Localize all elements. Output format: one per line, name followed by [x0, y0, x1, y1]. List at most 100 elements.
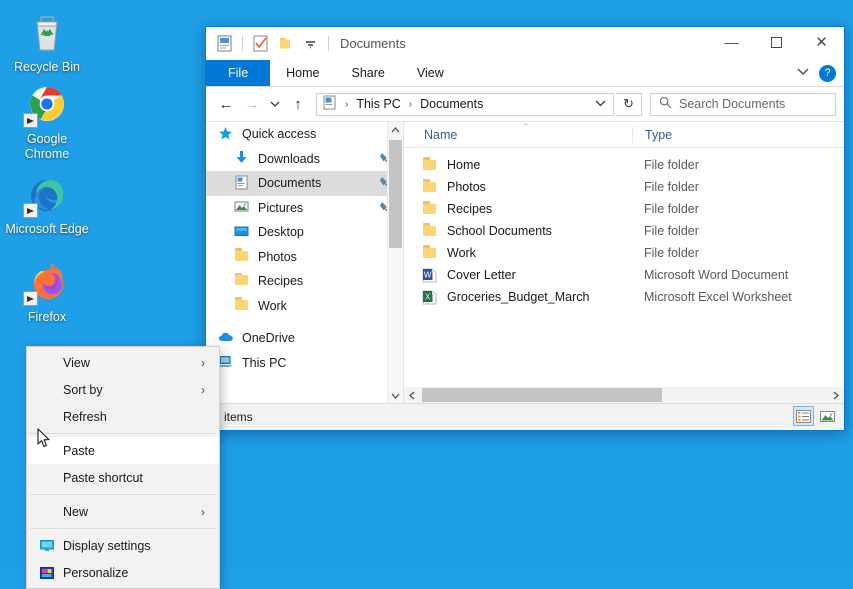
context-menu-label: Paste	[63, 443, 95, 458]
file-type-cell: Microsoft Word Document	[644, 268, 789, 282]
properties-icon[interactable]	[215, 34, 234, 53]
details-view-icon[interactable]	[793, 406, 814, 426]
sidebar-item-desktop[interactable]: Desktop	[206, 220, 403, 245]
checkbox-checked-icon[interactable]	[251, 34, 270, 53]
folder-icon	[422, 201, 438, 217]
column-header-name[interactable]: Name	[404, 128, 632, 142]
table-row[interactable]: X Groceries_Budget_March Microsoft Excel…	[404, 286, 844, 308]
table-row[interactable]: Photos File folder	[404, 176, 844, 198]
forward-button[interactable]: →	[240, 92, 264, 116]
sidebar-item-label: Downloads	[258, 151, 320, 166]
sidebar-item-this-pc[interactable]: This PC	[206, 351, 403, 376]
context-menu-item-view[interactable]: View ›	[27, 349, 219, 376]
svg-text:X: X	[425, 293, 431, 302]
recent-locations-icon[interactable]	[266, 92, 284, 116]
scroll-right-icon[interactable]	[828, 387, 844, 403]
desktop-icon-label: Firefox	[27, 310, 67, 324]
horizontal-scrollbar[interactable]	[404, 387, 844, 403]
folder-icon[interactable]	[276, 34, 295, 53]
title-bar: Documents — ✕	[206, 27, 844, 60]
table-row[interactable]: Work File folder	[404, 242, 844, 264]
column-header-type[interactable]: Type	[632, 126, 672, 143]
large-icons-view-icon[interactable]	[817, 406, 838, 426]
scroll-down-icon[interactable]	[388, 388, 403, 403]
folder-icon	[234, 297, 251, 314]
ribbon-tab-bar: File Home Share View ?	[206, 60, 844, 87]
help-button[interactable]: ?	[819, 64, 836, 82]
sidebar-item-label: Quick access	[242, 127, 317, 142]
file-type-cell: Microsoft Excel Worksheet	[644, 290, 792, 304]
sidebar-item-pictures[interactable]: Pictures	[206, 196, 403, 221]
folder-icon	[422, 157, 438, 173]
navpane-scrollbar[interactable]	[387, 122, 403, 403]
refresh-button[interactable]: ↻	[616, 92, 642, 116]
onedrive-icon	[218, 330, 235, 347]
sidebar-item-photos[interactable]: Photos	[206, 245, 403, 270]
context-menu-item-paste[interactable]: Paste	[27, 437, 219, 464]
sidebar-item-quick-access[interactable]: Quick access	[206, 122, 403, 147]
up-button[interactable]: ↑	[286, 92, 310, 116]
file-name-cell: School Documents	[404, 223, 632, 239]
context-menu-item-display-settings[interactable]: Display settings	[27, 532, 219, 559]
chevron-down-icon[interactable]	[301, 34, 320, 53]
tab-share[interactable]: Share	[336, 60, 401, 86]
address-breadcrumb-field[interactable]: › This PC › Documents	[316, 92, 614, 116]
pictures-icon	[234, 199, 251, 216]
sidebar-item-documents[interactable]: Documents	[206, 171, 403, 196]
table-row[interactable]: W Cover Letter Microsoft Word Document	[404, 264, 844, 286]
table-row[interactable]: Home File folder	[404, 154, 844, 176]
table-row[interactable]: School Documents File folder	[404, 220, 844, 242]
tab-file[interactable]: File	[206, 60, 271, 86]
desktop-icon-microsoft-edge[interactable]: Microsoft Edge	[4, 170, 90, 237]
scroll-up-icon[interactable]	[388, 122, 403, 137]
excel-icon: X	[422, 289, 438, 305]
context-menu-item-refresh[interactable]: Refresh	[27, 403, 219, 430]
context-menu-item-sort-by[interactable]: Sort by ›	[27, 376, 219, 403]
desktop-icon-recycle-bin[interactable]: Recycle Bin	[4, 8, 90, 75]
file-name: Work	[447, 246, 476, 260]
folder-icon	[422, 223, 438, 239]
maximize-button[interactable]	[754, 27, 799, 57]
documents-icon	[234, 175, 251, 192]
sidebar-item-onedrive[interactable]: OneDrive	[206, 326, 403, 351]
search-placeholder: Search Documents	[679, 97, 786, 111]
scrollbar-thumb[interactable]	[389, 140, 402, 248]
breadcrumb-separator-1: ›	[345, 98, 349, 110]
tab-view[interactable]: View	[401, 60, 460, 86]
breadcrumb-this-pc[interactable]: This PC	[356, 97, 400, 111]
table-row[interactable]: Recipes File folder	[404, 198, 844, 220]
context-menu-item-new[interactable]: New ›	[27, 498, 219, 525]
tab-home[interactable]: Home	[270, 60, 335, 86]
file-name-cell: Recipes	[404, 201, 632, 217]
sidebar-item-label: Photos	[258, 249, 297, 264]
sidebar-item-work[interactable]: Work	[206, 294, 403, 319]
mouse-cursor	[37, 428, 51, 448]
back-button[interactable]: ←	[214, 92, 238, 116]
scroll-left-icon[interactable]	[404, 387, 420, 403]
search-box[interactable]: Search Documents	[650, 92, 836, 116]
context-menu-item-paste-shortcut[interactable]: Paste shortcut	[27, 464, 219, 491]
desktop-icon-google-chrome[interactable]: Google Chrome	[4, 80, 90, 162]
address-dropdown-icon[interactable]	[595, 98, 606, 110]
breadcrumb-documents[interactable]: Documents	[420, 97, 483, 111]
desktop-icon-firefox[interactable]: Firefox	[4, 258, 90, 325]
scrollbar-thumb[interactable]	[422, 388, 662, 402]
edge-icon	[23, 170, 71, 218]
sidebar-item-downloads[interactable]: Downloads	[206, 147, 403, 172]
close-button[interactable]: ✕	[799, 27, 844, 57]
context-menu-item-personalize[interactable]: Personalize	[27, 559, 219, 586]
toolbar-divider-2	[328, 36, 329, 51]
svg-text:W: W	[424, 271, 432, 280]
context-menu-separator	[30, 494, 216, 495]
shortcut-badge-icon	[23, 291, 38, 306]
recycle-bin-icon	[23, 8, 71, 56]
sidebar-item-recipes[interactable]: Recipes	[206, 269, 403, 294]
desktop-context-menu: View › Sort by › Refresh Paste Paste sho…	[26, 346, 220, 589]
ribbon-collapse-icon[interactable]	[797, 67, 809, 79]
minimize-button[interactable]: —	[709, 27, 754, 57]
sidebar-item-label: OneDrive	[242, 331, 295, 346]
window-controls: — ✕	[709, 27, 844, 57]
window-title: Documents	[340, 36, 406, 51]
file-name: Photos	[447, 180, 486, 194]
context-menu-label: Personalize	[63, 565, 129, 580]
